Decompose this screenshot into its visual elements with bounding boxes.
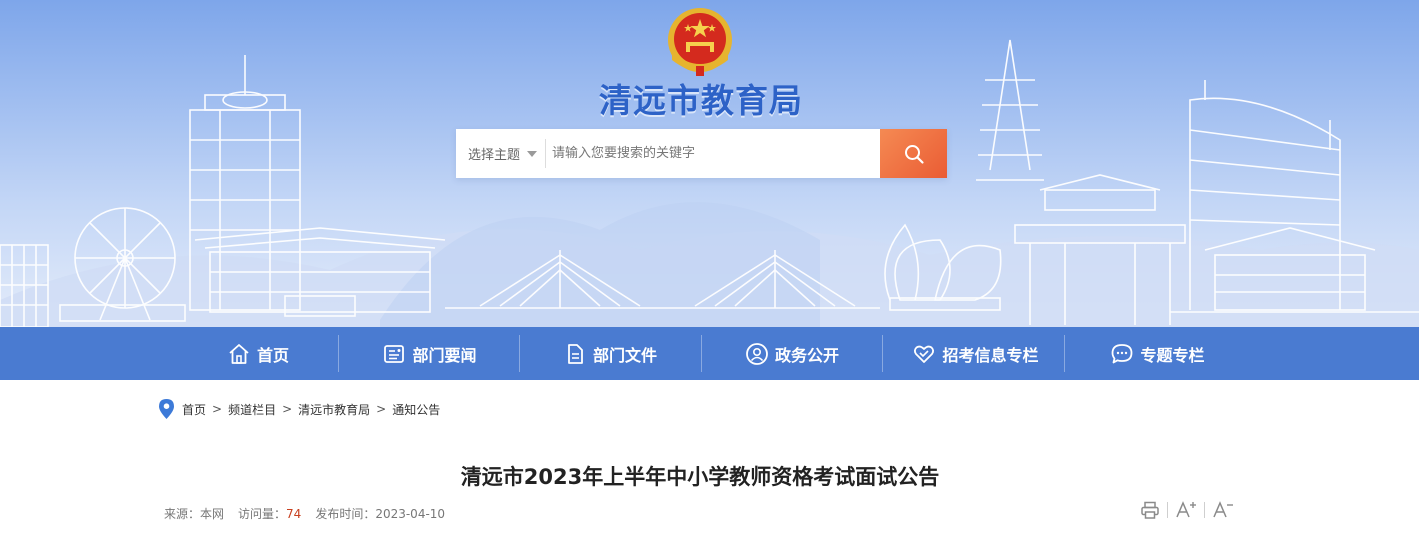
search-icon xyxy=(904,144,924,164)
font-decrease-icon xyxy=(1213,501,1233,518)
search-input[interactable] xyxy=(552,129,876,178)
nav-item-label: 部门文件 xyxy=(592,345,657,365)
national-emblem-icon xyxy=(668,8,732,76)
breadcrumb-separator: > xyxy=(376,402,387,416)
article-tools xyxy=(1140,500,1234,520)
search-box: 选择主题 xyxy=(456,129,947,178)
font-increase-icon xyxy=(1176,501,1196,518)
breadcrumb-separator: > xyxy=(282,402,293,416)
search-divider xyxy=(545,139,546,168)
location-pin-icon xyxy=(159,399,174,419)
nav-divider xyxy=(1064,335,1065,372)
nav-item-label: 专题专栏 xyxy=(1140,345,1205,365)
font-decrease-button[interactable] xyxy=(1212,500,1234,520)
nav-item-home[interactable]: 首页 xyxy=(183,327,333,380)
nav-item-label: 部门要闻 xyxy=(412,345,477,365)
print-button[interactable] xyxy=(1140,500,1160,520)
nav-divider xyxy=(701,335,702,372)
breadcrumb-separator: > xyxy=(212,402,223,416)
article-publish-date: 发布时间：2023-04-10 xyxy=(315,507,446,521)
print-icon xyxy=(1141,501,1159,519)
nav-divider xyxy=(338,335,339,372)
font-increase-button[interactable] xyxy=(1175,500,1197,520)
nav-item-government-affairs[interactable]: 政务公开 xyxy=(712,327,872,380)
breadcrumb-home[interactable]: 首页 xyxy=(182,401,206,418)
breadcrumb: 首页 > 频道栏目 > 清远市教育局 > 通知公告 xyxy=(159,397,440,421)
news-icon xyxy=(384,344,405,363)
tool-divider xyxy=(1167,502,1168,518)
site-title: 清远市教育局 xyxy=(599,81,803,120)
home-icon xyxy=(229,343,249,364)
nav-item-label: 首页 xyxy=(256,345,289,365)
nav-item-special-topics[interactable]: 专题专栏 xyxy=(1075,327,1240,380)
document-icon xyxy=(568,343,583,364)
nav-item-label: 招考信息专栏 xyxy=(942,345,1039,365)
article-views-label: 访问量： xyxy=(238,507,287,521)
search-button[interactable] xyxy=(880,129,947,178)
breadcrumb-bureau[interactable]: 清远市教育局 xyxy=(298,401,370,418)
nav-item-news[interactable]: 部门要闻 xyxy=(352,327,507,380)
article-views-count: 74 xyxy=(286,506,302,521)
article-meta: 来源：本网 访问量： 74 发布时间：2023-04-10 xyxy=(164,505,445,522)
main-nav: 首页 部门要闻 部门文件 政务公开 招考信息专栏 专题专栏 xyxy=(0,327,1419,380)
tool-divider xyxy=(1204,502,1205,518)
chat-icon xyxy=(1112,343,1133,363)
user-icon xyxy=(746,342,768,365)
article-source: 来源：本网 xyxy=(164,507,225,521)
breadcrumb-notices[interactable]: 通知公告 xyxy=(392,401,440,418)
breadcrumb-channel[interactable]: 频道栏目 xyxy=(228,401,276,418)
nav-item-exam-info[interactable]: 招考信息专栏 xyxy=(893,327,1058,380)
topic-select[interactable]: 选择主题 xyxy=(456,129,546,178)
topic-select-label: 选择主题 xyxy=(468,148,521,163)
nav-divider xyxy=(519,335,520,372)
chevron-down-icon xyxy=(527,150,538,157)
heart-icon xyxy=(914,345,935,363)
nav-divider xyxy=(882,335,883,372)
nav-item-documents[interactable]: 部门文件 xyxy=(530,327,690,380)
header-banner: 清远市教育局 选择主题 xyxy=(0,0,1419,327)
article-title: 清远市2023年上半年中小学教师资格考试面试公告 xyxy=(460,465,940,489)
nav-item-label: 政务公开 xyxy=(774,345,839,365)
